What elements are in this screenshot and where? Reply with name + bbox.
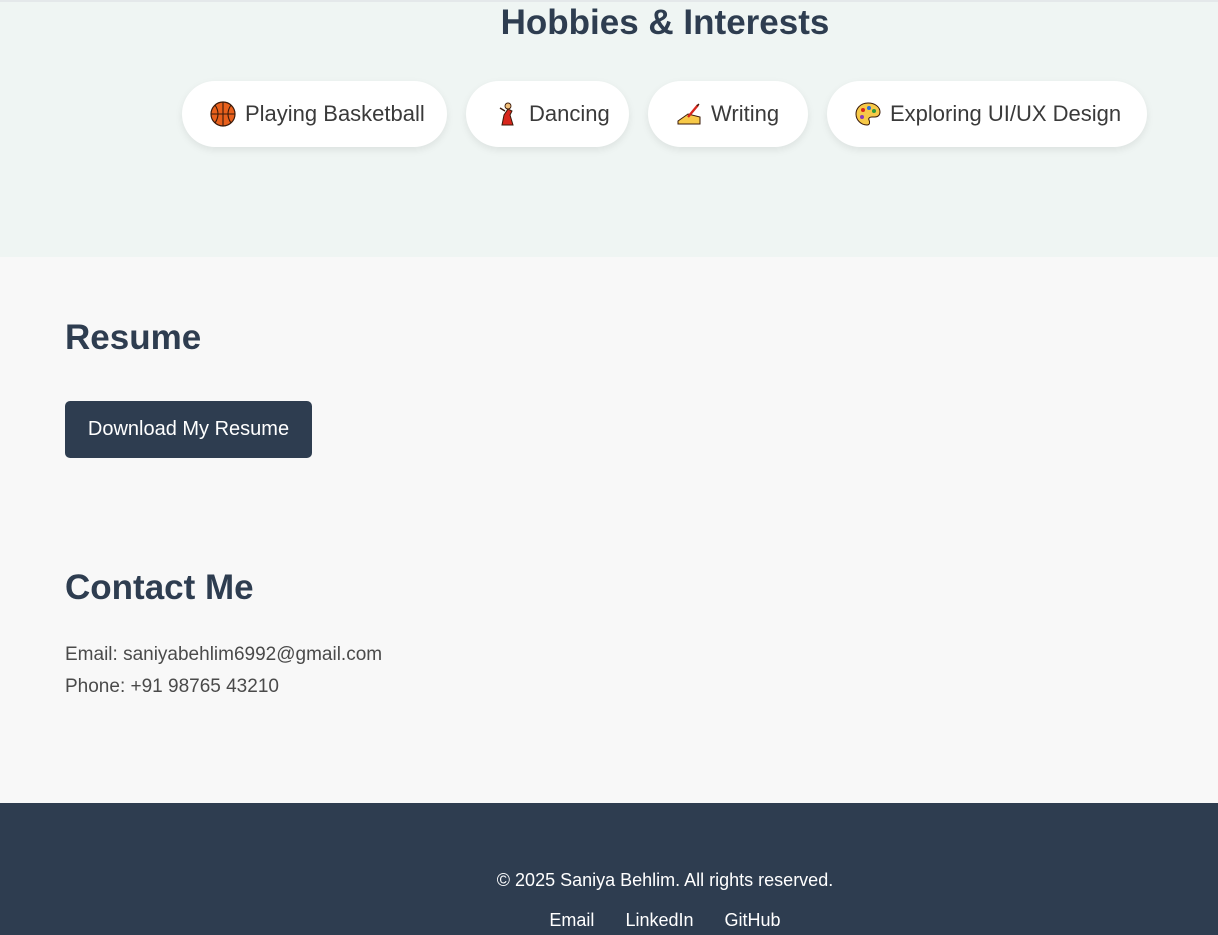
footer-links: Email LinkedIn GitHub — [0, 910, 1218, 931]
contact-section: Contact Me — [65, 568, 254, 608]
hobby-chip-writing: Writing — [648, 81, 808, 147]
resume-title: Resume — [65, 318, 202, 357]
hobbies-title: Hobbies & Interests — [500, 3, 830, 42]
hobby-chip-uiux: Exploring UI/UX Design — [827, 81, 1147, 147]
hobby-label: Playing Basketball — [245, 101, 425, 126]
hobby-label: Exploring UI/UX Design — [890, 101, 1122, 126]
contact-email: Email: saniyabehlim6992@gmail.com — [65, 644, 383, 665]
footer-link-github[interactable]: GitHub — [725, 910, 781, 930]
contact-phone: Phone: +91 98765 43210 — [65, 676, 279, 697]
hobbies-section: Hobbies & Interests Playing Basketball D… — [0, 0, 1218, 257]
footer: © 2025 Saniya Behlim. All rights reserve… — [0, 803, 1218, 935]
footer-link-linkedin[interactable]: LinkedIn — [625, 910, 693, 930]
writing-hand-icon — [677, 103, 701, 125]
hobby-chip-basketball: Playing Basketball — [182, 81, 447, 147]
palette-icon — [855, 102, 881, 126]
hobby-chip-dancing: Dancing — [466, 81, 629, 147]
contact-title: Contact Me — [65, 568, 254, 607]
hobby-label: Dancing — [529, 101, 610, 126]
resume-section: Resume — [65, 318, 201, 358]
footer-link-email[interactable]: Email — [549, 910, 594, 930]
dancer-icon — [499, 102, 514, 126]
download-resume-button[interactable]: Download My Resume — [65, 401, 312, 458]
hobby-label: Writing — [711, 101, 780, 126]
basketball-icon — [210, 101, 236, 127]
copyright-text: © 2025 Saniya Behlim. All rights reserve… — [496, 870, 834, 890]
